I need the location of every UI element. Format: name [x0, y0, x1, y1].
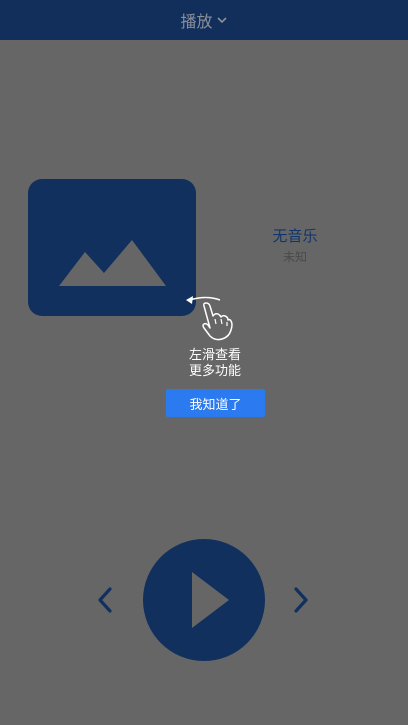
got-it-button[interactable]: 我知道了 [166, 389, 265, 417]
image-placeholder-icon [59, 240, 166, 286]
album-cover [28, 179, 196, 316]
chevron-down-icon [216, 14, 228, 26]
next-track-button[interactable] [286, 584, 316, 616]
swipe-hint-line-2: 更多功能 [188, 364, 241, 379]
previous-track-button[interactable] [90, 584, 120, 616]
track-title: 无音乐 [272, 227, 318, 245]
header-title: 播放 [180, 12, 213, 31]
play-button[interactable] [143, 539, 265, 661]
chevron-right-icon [294, 587, 308, 613]
track-artist: 未知 [282, 250, 307, 264]
swipe-hint-line-1: 左滑查看 [188, 348, 241, 363]
top-bar: 播放 [0, 0, 408, 40]
playback-mode-dropdown[interactable]: 播放 [180, 8, 227, 32]
track-info: 无音乐 未知 [230, 226, 360, 266]
chevron-left-icon [98, 587, 112, 613]
swipe-hint-text: 左滑查看 更多功能 [165, 348, 265, 380]
play-icon [192, 572, 229, 628]
swipe-left-hand-icon [182, 292, 242, 344]
